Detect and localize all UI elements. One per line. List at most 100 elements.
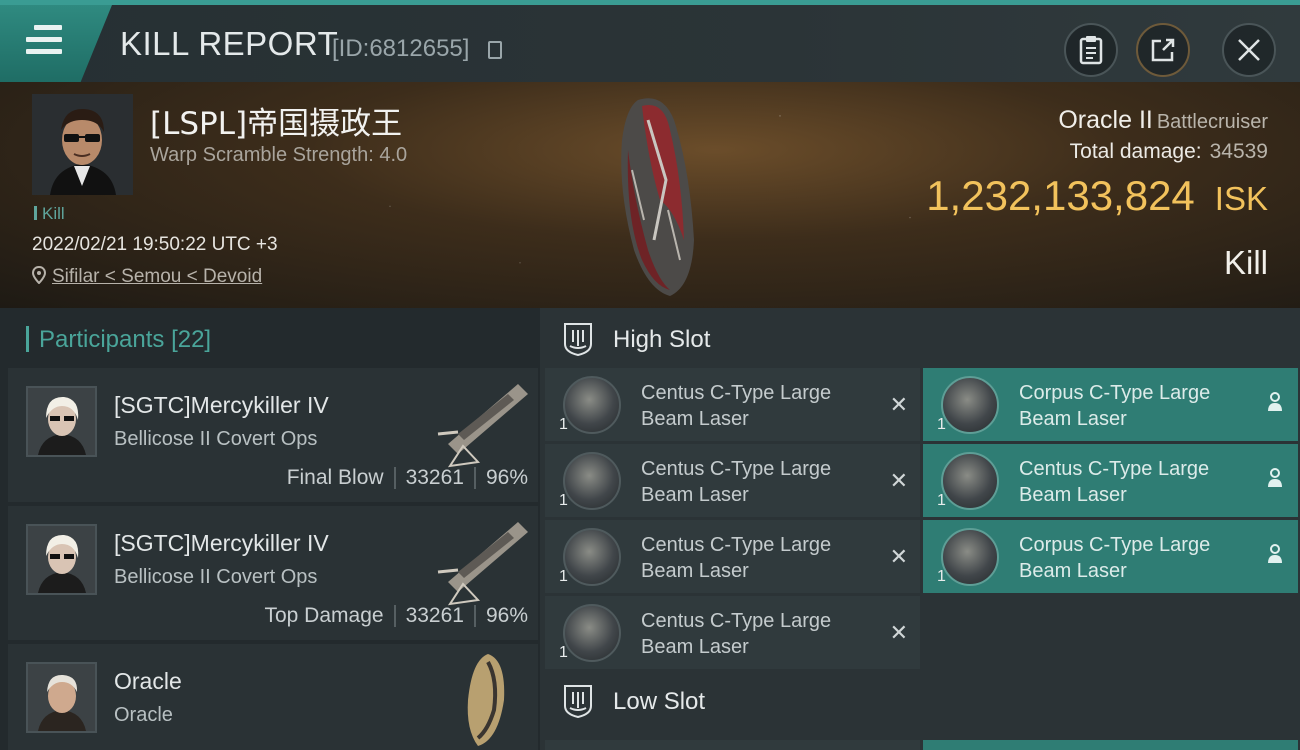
module-dropped[interactable]: 1 Corpus C-Type Large Beam Laser xyxy=(923,368,1298,441)
clipboard-icon xyxy=(1079,36,1103,65)
warp-scramble-strength: Warp Scramble Strength: 4.0 xyxy=(150,144,408,166)
participant-stats: Final Blow 33261 96% xyxy=(287,466,528,490)
isk-value-row: 1,232,133,824 ISK xyxy=(926,172,1268,220)
avatar xyxy=(26,524,97,595)
module-icon xyxy=(941,528,999,586)
participants-panel: Participants [22] [SGTC]Mercykiller IV B… xyxy=(0,308,540,750)
participant-row[interactable]: [SGTC]Mercykiller IV Bellicose II Covert… xyxy=(8,368,538,502)
location-pin-icon xyxy=(31,265,47,285)
menu-icon xyxy=(26,25,62,55)
victim-name[interactable]: [LSPL]帝国摄政王 xyxy=(150,98,402,143)
module-icon xyxy=(563,376,621,434)
victim-panel: [LSPL]帝国摄政王 Warp Scramble Strength: 4.0 … xyxy=(0,82,1300,308)
low-slot-module-partial[interactable] xyxy=(545,740,920,750)
participant-role: Top Damage xyxy=(264,604,384,627)
module-name: Centus C-Type Large Beam Laser xyxy=(641,534,832,582)
participants-label: Participants xyxy=(39,326,165,353)
destroyed-x-icon: ✕ xyxy=(889,544,908,569)
avatar xyxy=(26,662,97,733)
clipboard-button[interactable] xyxy=(1064,23,1118,77)
participant-damage: 33261 xyxy=(405,604,464,627)
share-button[interactable] xyxy=(1136,23,1190,77)
module-icon xyxy=(563,528,621,586)
victim-portrait-image xyxy=(32,94,133,195)
module-quantity: 1 xyxy=(937,416,946,433)
victim-ship-image xyxy=(621,98,694,296)
fitting-panel: High Slot 1 Centus C-Type Large Beam Las… xyxy=(540,308,1300,750)
kill-tag: Kill xyxy=(34,204,65,224)
participant-name[interactable]: [SGTC]Mercykiller IV xyxy=(114,530,329,557)
total-damage-label: Total damage: xyxy=(1069,140,1202,163)
participant-role: Final Blow xyxy=(286,466,384,489)
participants-heading: Participants [22] xyxy=(26,326,211,354)
total-damage-value: 34539 xyxy=(1209,140,1268,163)
close-icon xyxy=(1238,39,1260,61)
module-name: Centus C-Type Large Beam Laser xyxy=(641,382,832,430)
kill-datetime: 2022/02/21 19:50:22 UTC +3 xyxy=(32,234,278,255)
menu-button[interactable] xyxy=(0,5,112,82)
module-name: Centus C-Type Large Beam Laser xyxy=(641,458,832,506)
page-title: KILL REPORT xyxy=(120,25,339,62)
participant-ship-image xyxy=(437,384,528,468)
header-bar: KILL REPORT [ID:6812655] xyxy=(0,0,1300,82)
location-link[interactable]: Sifilar < Semou < Devoid xyxy=(52,266,262,287)
participant-ship: Oracle xyxy=(114,704,173,726)
participants-count: [22] xyxy=(171,326,212,353)
participant-ship-image xyxy=(467,654,505,746)
module-destroyed[interactable]: 1 Centus C-Type Large Beam Laser ✕ xyxy=(545,368,920,441)
module-icon xyxy=(563,604,621,662)
low-slot-icon xyxy=(564,685,592,718)
module-name: Corpus C-Type Large Beam Laser xyxy=(1019,534,1211,582)
ship-class-label: Battlecruiser xyxy=(1156,111,1268,133)
ship-type-label: Oracle II xyxy=(1058,106,1153,134)
person-icon xyxy=(1268,392,1282,411)
kill-location[interactable]: Sifilar < Semou < Devoid xyxy=(31,265,262,288)
participant-name[interactable]: Oracle xyxy=(114,668,182,695)
module-destroyed[interactable]: 1 Centus C-Type Large Beam Laser ✕ xyxy=(545,444,920,517)
participant-stats: Top Damage 33261 96% xyxy=(264,604,528,628)
module-name: Corpus C-Type Large Beam Laser xyxy=(1019,382,1211,430)
person-icon xyxy=(1268,468,1282,487)
module-icon xyxy=(563,452,621,510)
victim-portrait[interactable] xyxy=(32,94,133,195)
module-destroyed[interactable]: 1 Centus C-Type Large Beam Laser ✕ xyxy=(545,520,920,593)
participant-ship-image xyxy=(437,522,528,606)
participant-row[interactable]: [SGTC]Mercykiller IV Bellicose II Covert… xyxy=(8,506,538,640)
isk-value: 1,232,133,824 xyxy=(926,172,1195,219)
low-slot-title: Low Slot xyxy=(613,688,706,715)
participant-ship: Bellicose II Covert Ops xyxy=(114,428,318,450)
low-slot-header: Low Slot xyxy=(540,670,1300,732)
participant-percent: 96% xyxy=(485,466,528,489)
close-button[interactable] xyxy=(1222,23,1276,77)
destroyed-x-icon: ✕ xyxy=(889,392,908,417)
module-dropped[interactable]: 1 Centus C-Type Large Beam Laser xyxy=(923,444,1298,517)
avatar xyxy=(26,386,97,457)
destroyed-x-icon: ✕ xyxy=(889,468,908,493)
kill-result: Kill xyxy=(1223,244,1268,281)
participant-name[interactable]: [SGTC]Mercykiller IV xyxy=(114,392,329,419)
low-slot-module-partial[interactable] xyxy=(923,740,1298,750)
isk-unit: ISK xyxy=(1214,180,1268,217)
copy-id-icon[interactable] xyxy=(488,41,502,59)
module-destroyed[interactable]: 1 Centus C-Type Large Beam Laser ✕ xyxy=(545,596,920,669)
module-name: Centus C-Type Large Beam Laser xyxy=(641,610,832,658)
module-icon xyxy=(941,452,999,510)
participant-row[interactable]: Oracle Oracle xyxy=(8,644,538,750)
module-quantity: 1 xyxy=(559,492,568,509)
module-name: Centus C-Type Large Beam Laser xyxy=(1019,458,1210,506)
module-dropped[interactable]: 1 Corpus C-Type Large Beam Laser xyxy=(923,520,1298,593)
total-damage: Total damage: 34539 xyxy=(1070,140,1268,164)
participant-damage: 33261 xyxy=(405,466,464,489)
module-quantity: 1 xyxy=(559,568,568,585)
module-quantity: 1 xyxy=(937,568,946,585)
module-quantity: 1 xyxy=(559,416,568,433)
destroyed-x-icon: ✕ xyxy=(889,620,908,645)
share-icon xyxy=(1151,38,1175,62)
high-slot-icon xyxy=(564,323,592,356)
module-icon xyxy=(941,376,999,434)
report-id: [ID:6812655] xyxy=(332,35,470,62)
module-quantity: 1 xyxy=(937,492,946,509)
participant-percent: 96% xyxy=(485,604,528,627)
person-icon xyxy=(1268,544,1282,563)
victim-ship-name: Oracle II Battlecruiser xyxy=(1058,106,1268,135)
